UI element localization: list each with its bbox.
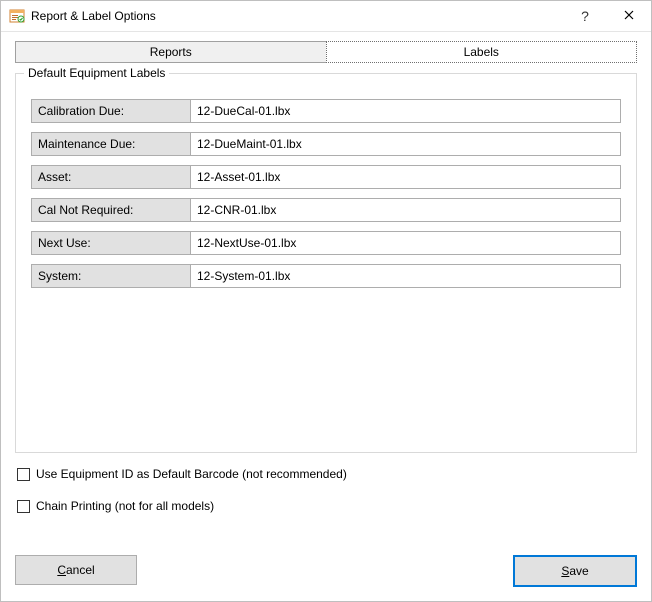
checkbox-label: Use Equipment ID as Default Barcode (not…	[36, 467, 347, 481]
row-asset: Asset: 12-Asset-01.lbx	[31, 165, 621, 189]
button-label: Save	[561, 564, 588, 578]
field-label: Maintenance Due:	[31, 132, 191, 156]
close-icon	[624, 9, 634, 23]
checkbox-use-equipment-id[interactable]: Use Equipment ID as Default Barcode (not…	[17, 467, 635, 481]
tab-reports[interactable]: Reports	[15, 41, 327, 63]
app-icon	[9, 8, 25, 24]
field-label: Calibration Due:	[31, 99, 191, 123]
client-area: Reports Labels Default Equipment Labels …	[1, 31, 651, 601]
dialog-window: Report & Label Options ? Reports Labels …	[0, 0, 652, 602]
window-title: Report & Label Options	[31, 9, 156, 23]
default-equipment-labels-group: Default Equipment Labels Calibration Due…	[15, 73, 637, 453]
checkbox-box-icon	[17, 500, 30, 513]
checkbox-chain-printing[interactable]: Chain Printing (not for all models)	[17, 499, 635, 513]
field-value[interactable]: 12-DueCal-01.lbx	[191, 99, 621, 123]
row-maintenance-due: Maintenance Due: 12-DueMaint-01.lbx	[31, 132, 621, 156]
field-value[interactable]: 12-Asset-01.lbx	[191, 165, 621, 189]
tab-strip: Reports Labels	[15, 41, 637, 63]
field-label: Next Use:	[31, 231, 191, 255]
help-icon: ?	[581, 8, 589, 24]
cancel-button[interactable]: Cancel	[15, 555, 137, 585]
group-legend: Default Equipment Labels	[24, 66, 169, 80]
dialog-buttons: Cancel Save	[15, 555, 637, 587]
help-button[interactable]: ?	[563, 1, 607, 31]
button-label: Cancel	[57, 563, 94, 577]
tab-label: Reports	[150, 45, 192, 59]
checkbox-label: Chain Printing (not for all models)	[36, 499, 214, 513]
tab-label: Labels	[464, 45, 499, 59]
field-value[interactable]: 12-CNR-01.lbx	[191, 198, 621, 222]
checkbox-box-icon	[17, 468, 30, 481]
field-value[interactable]: 12-System-01.lbx	[191, 264, 621, 288]
field-label: Cal Not Required:	[31, 198, 191, 222]
title-bar: Report & Label Options ?	[1, 1, 651, 32]
checkbox-area: Use Equipment ID as Default Barcode (not…	[15, 467, 637, 513]
close-button[interactable]	[607, 1, 651, 31]
row-cal-not-required: Cal Not Required: 12-CNR-01.lbx	[31, 198, 621, 222]
field-value[interactable]: 12-DueMaint-01.lbx	[191, 132, 621, 156]
save-button[interactable]: Save	[513, 555, 637, 587]
field-value[interactable]: 12-NextUse-01.lbx	[191, 231, 621, 255]
field-label: Asset:	[31, 165, 191, 189]
field-label: System:	[31, 264, 191, 288]
row-next-use: Next Use: 12-NextUse-01.lbx	[31, 231, 621, 255]
row-calibration-due: Calibration Due: 12-DueCal-01.lbx	[31, 99, 621, 123]
tab-labels[interactable]: Labels	[326, 41, 638, 63]
row-system: System: 12-System-01.lbx	[31, 264, 621, 288]
